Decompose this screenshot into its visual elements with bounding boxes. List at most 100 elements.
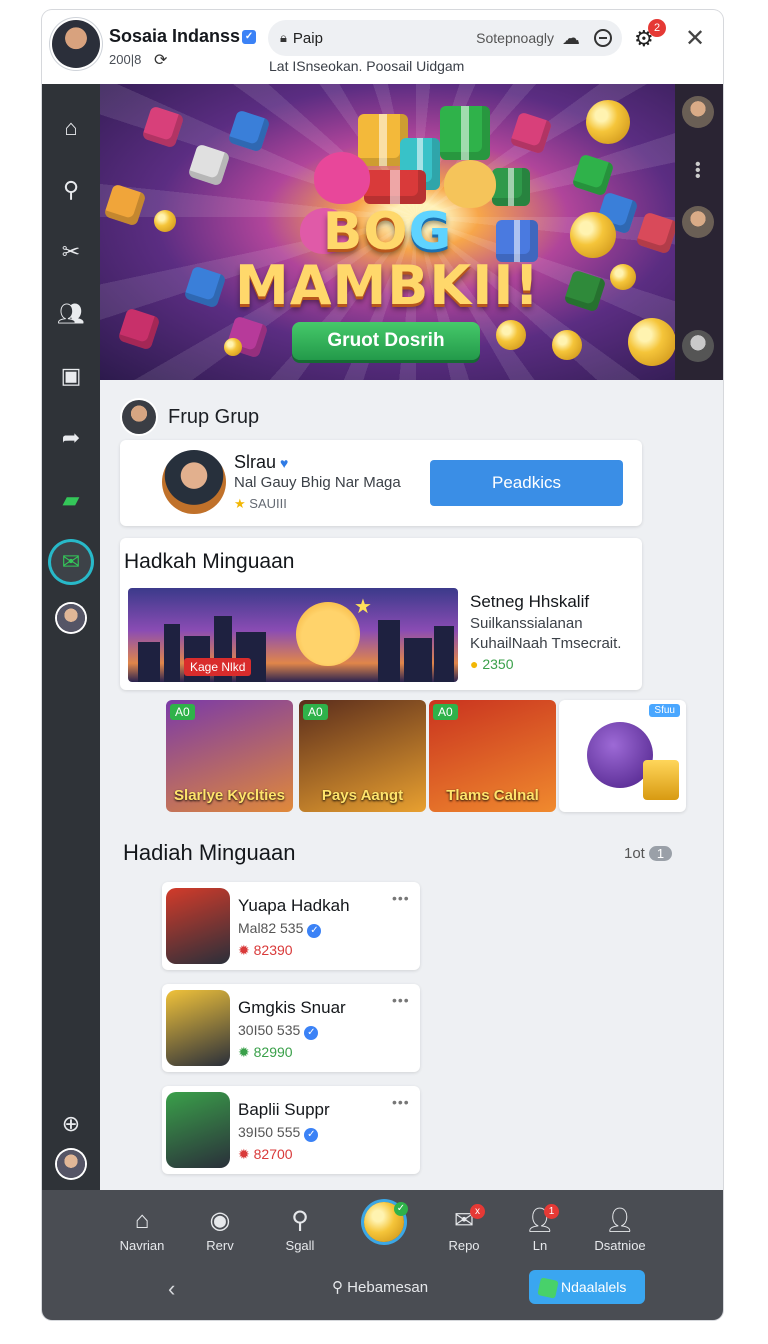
banner-title-line2: MAMBKII! <box>234 254 541 317</box>
coin-decoration <box>628 318 675 366</box>
image-sticker: Kage Nlkd <box>184 658 252 676</box>
coin-decoration <box>224 338 242 356</box>
inbox-icon[interactable]: ✉︎ <box>51 542 91 582</box>
featured-meta-row: ★ SAUIII <box>234 496 287 512</box>
reward-subtitle-row: Mal82 535 ✓ <box>238 920 322 938</box>
more-horizontal-icon[interactable]: ••• <box>392 1094 410 1110</box>
reward-coins-row: ✹ 82700 <box>238 1146 293 1163</box>
profile-name: Sosaia Indanss <box>109 26 241 46</box>
person-icon: 👤︎ <box>604 1207 636 1234</box>
nav-ln[interactable]: 👤︎ Ln <box>500 1206 580 1253</box>
rail-avatar[interactable] <box>57 604 85 632</box>
house-icon: ⌂ <box>134 1207 150 1234</box>
chat-icon[interactable]: ⟳ <box>154 50 167 70</box>
gift-decoration <box>440 106 490 160</box>
thumb-card[interactable]: A0 Slarlye Kyclties <box>166 700 293 812</box>
users-icon[interactable]: 👥︎ <box>51 294 91 334</box>
weekly-card[interactable]: Hadkah Minguaan ★ Kage Nlkd Setneg Hhska… <box>120 538 642 690</box>
more-vertical-icon[interactable]: • • • <box>695 157 701 185</box>
thumb-card[interactable]: Sfuu <box>559 700 686 812</box>
cloud-icon[interactable]: ☁︎ <box>562 28 580 49</box>
bottom-action-label: Ndaalalels <box>561 1279 627 1295</box>
add-circle-icon[interactable]: ⊕ <box>51 1104 91 1144</box>
banner-title-line1: BOG <box>100 202 675 262</box>
reward-coins: 82700 <box>253 1146 293 1162</box>
nav-label: Navrian <box>119 1238 165 1253</box>
profile-avatar[interactable] <box>52 20 100 68</box>
gift-decoration <box>492 168 530 206</box>
reward-subtitle: Mal82 535 <box>238 920 304 936</box>
weekly-tile-description: Suilkanssialanan KuhailNaah Tmsecrait. <box>470 615 622 652</box>
reward-item[interactable]: Gmgkis Snuar 30I50 535 ✓ ✹ 82990 ••• <box>162 984 420 1072</box>
reward-subtitle-row: 30I50 535 ✓ <box>238 1022 319 1040</box>
banner-cta-button[interactable]: Gruot Dosrih <box>292 322 480 360</box>
promo-banner[interactable]: BOG MAMBKII! Gruot Dosrih <box>100 84 675 380</box>
reward-subtitle: 30I50 535 <box>238 1022 301 1038</box>
featured-meta: SAUIII <box>249 496 287 511</box>
verified-icon: ✓ <box>304 1128 319 1142</box>
nav-repo[interactable]: ✉︎ Repo <box>424 1206 504 1253</box>
nav-label: Ln <box>532 1238 548 1253</box>
search-icon[interactable]: ⚲ <box>51 170 91 210</box>
search-bar[interactable]: 🔒︎ Paip Sotepnoagly ☁︎ <box>268 20 622 56</box>
reward-coins-row: ✹ 82390 <box>238 942 293 959</box>
more-horizontal-icon[interactable]: ••• <box>392 890 410 906</box>
home-icon[interactable]: ⌂ <box>51 108 91 148</box>
group-header[interactable]: Frup Grup <box>122 400 259 434</box>
nav-profile[interactable]: 👤︎ Dsatnioe <box>580 1206 660 1253</box>
search-value[interactable]: Paip <box>293 30 323 47</box>
pink-mascot <box>314 152 370 204</box>
fork-icon[interactable]: ✂︎ <box>51 232 91 272</box>
camera-icon[interactable]: ▣ <box>51 356 91 396</box>
coin-decoration <box>552 330 582 360</box>
bottom-search-label: Hebamesan <box>347 1279 429 1296</box>
city-banner-image[interactable]: ★ Kage Nlkd <box>128 588 458 682</box>
gold-bars-image <box>643 760 679 800</box>
strip-avatar[interactable] <box>682 206 714 238</box>
profile-name-row: Sosaia Indanss ✓ <box>109 26 257 47</box>
thumb-label: Pays Aangt <box>321 787 404 804</box>
coin-icon: ✹ <box>238 1044 250 1060</box>
strip-avatar[interactable] <box>682 96 714 128</box>
thumb-badge: A0 <box>303 704 328 720</box>
thumb-badge: A0 <box>433 704 458 720</box>
thumb-label: Tlams Calnal <box>446 787 539 804</box>
header-caption: Lat ISnseokan. Poosail Uidgam <box>269 58 465 74</box>
nav-search[interactable]: ⚲ Sgall <box>260 1206 340 1253</box>
cash-icon[interactable]: ▰ <box>51 480 91 520</box>
thumb-card[interactable]: A0 Pays Aangt <box>299 700 426 812</box>
share-icon[interactable]: ➦ <box>51 418 91 458</box>
user-icon: 👤︎ <box>524 1207 556 1234</box>
thumb-badge: Sfuu <box>649 704 680 717</box>
dice-decoration <box>364 170 426 204</box>
banner-title-part: BO <box>322 202 409 262</box>
check-badge: ✓ <box>394 1202 408 1216</box>
heart-icon: ♥ <box>280 455 289 471</box>
reward-coins-row: ✹ 82990 <box>238 1044 293 1061</box>
verified-icon: ✓ <box>304 1026 319 1040</box>
bottom-action-button[interactable]: Ndaalalels <box>529 1270 645 1304</box>
user-avatar[interactable] <box>57 1150 85 1178</box>
reward-title: Gmgkis Snuar <box>238 998 346 1017</box>
featured-action-button[interactable]: Peadkics <box>430 460 623 506</box>
featured-member-card[interactable]: Slrau ♥ Nal Gauy Bhig Nar Maga ★ SAUIII P… <box>120 440 642 526</box>
more-horizontal-icon[interactable]: ••• <box>392 992 410 1008</box>
reward-item[interactable]: Yuapa Hadkah Mal82 535 ✓ ✹ 82390 ••• <box>162 882 420 970</box>
nav-rerv[interactable]: ◉ Rerv <box>180 1206 260 1253</box>
coin-icon: ● <box>470 656 479 672</box>
bottom-search[interactable]: ⚲ Hebamesan <box>332 1278 428 1296</box>
nav-home[interactable]: ⌂ Navrian <box>102 1206 182 1253</box>
rewards-pagination[interactable]: 1ot 1 <box>624 845 673 862</box>
nav-label: Rerv <box>206 1238 234 1253</box>
weekly-coins-value: 2350 <box>482 656 514 672</box>
group-title: Frup Grup <box>168 405 260 428</box>
minus-circle-icon[interactable] <box>594 29 612 47</box>
building-shape <box>434 626 454 682</box>
bottom-nav: ⌂ Navrian ◉ Rerv ⚲ Sgall ✓ ✉︎ Repo x 👤︎ … <box>42 1190 723 1320</box>
back-icon[interactable]: ‹ <box>168 1276 175 1302</box>
strip-avatar[interactable] <box>682 330 714 362</box>
close-icon[interactable]: ✕ <box>685 24 705 53</box>
reward-item[interactable]: Baplii Suppr 39I50 555 ✓ ✹ 82700 ••• <box>162 1086 420 1174</box>
thumb-card[interactable]: A0 Tlams Calnal <box>429 700 556 812</box>
featured-name-row: Slrau ♥ <box>234 452 288 473</box>
